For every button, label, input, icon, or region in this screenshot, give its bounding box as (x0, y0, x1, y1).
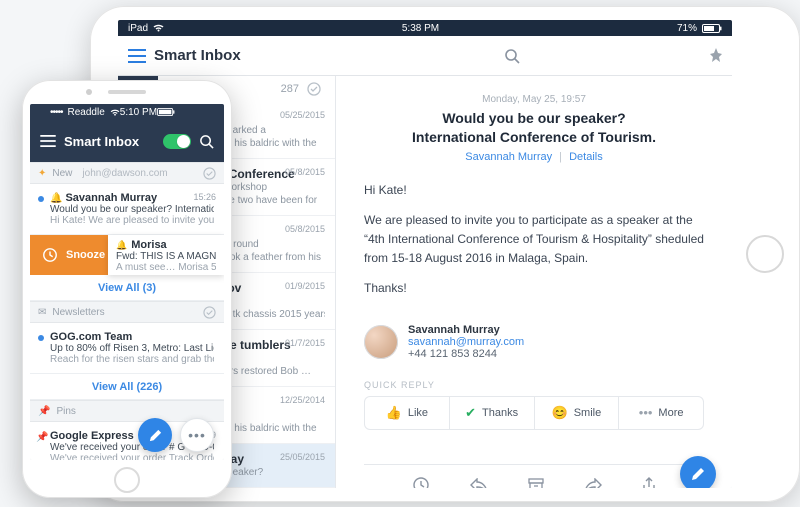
compose-button[interactable] (138, 418, 172, 452)
snooze-icon[interactable] (412, 476, 430, 489)
signature: Savannah Murray savannah@murray.com +44 … (364, 324, 704, 360)
pin-icon: 📌 (36, 432, 48, 443)
clock-label: 5:38 PM (402, 23, 439, 34)
share-icon[interactable] (642, 477, 656, 489)
list-item-date: 05/25/2015 (280, 110, 325, 120)
qr-like-button[interactable]: 👍Like (365, 397, 450, 429)
row-preview: Hi Kate! We are pleased to invite you to… (50, 215, 214, 226)
battery-icon (702, 24, 722, 33)
sig-phone: +44 121 853 8244 (408, 348, 524, 360)
iphone-home-button[interactable] (114, 467, 140, 493)
section-label: New (52, 168, 72, 179)
list-item[interactable]: 🔔Savannah MurrayWould you be our speaker… (30, 184, 224, 235)
quick-reply-row: 👍Like ✔Thanks 😊Smile •••More (364, 396, 704, 430)
ipad-home-button[interactable] (746, 235, 784, 273)
ipad-app-header: Smart Inbox (118, 36, 732, 76)
checkmark-icon[interactable] (203, 167, 216, 180)
menu-icon[interactable] (128, 49, 146, 63)
row-subject: Would you be our speaker? International… (50, 204, 214, 215)
iphone-frame: ••••• Readdle 5:10 PM Smart Inbox (22, 80, 232, 498)
clock-label: 5:10 PM (120, 107, 157, 118)
clock-icon (42, 247, 58, 263)
list-item-date: 01/7/2015 (285, 338, 325, 348)
battery-icon (157, 108, 175, 116)
detail-body: Hi Kate! We are pleased to invite you to… (364, 181, 704, 310)
qr-more-button[interactable]: •••More (619, 397, 703, 429)
battery-label: 71% (677, 23, 697, 34)
detail-toolbar (364, 464, 704, 488)
list-item-date: 01/9/2015 (285, 281, 325, 291)
list-count: 287 (281, 83, 299, 95)
detail-details-link[interactable]: Details (569, 151, 603, 163)
row-time: 15:26 (193, 192, 216, 202)
search-icon[interactable] (504, 48, 520, 64)
detail-date: Monday, May 25, 19:57 (364, 94, 704, 105)
forward-icon[interactable] (584, 478, 602, 489)
section-label: Newsletters (52, 307, 104, 318)
ipad-status-bar: iPad 5:38 PM 71% (118, 20, 732, 36)
ipad-message-detail: Monday, May 25, 19:57 Would you be our s… (336, 76, 732, 488)
swiped-message-card[interactable]: 🔔 Morisa Fwd: THIS IS A MAGNIFICENT VI A… (108, 235, 224, 275)
unread-dot (38, 335, 44, 341)
section-label: Pins (56, 406, 75, 417)
wifi-icon (110, 109, 120, 116)
iphone-status-bar: ••••• Readdle 5:10 PM (30, 104, 224, 120)
view-all-news-link[interactable]: View All (226) (30, 374, 224, 400)
bell-icon: 🔔 (50, 193, 62, 204)
list-item-date: 25/05/2015 (280, 452, 325, 462)
menu-icon[interactable] (40, 135, 56, 147)
quick-reply-label: QUICK REPLY (364, 380, 704, 390)
unread-dot (38, 196, 44, 202)
detail-meta: Savannah Murray | Details (364, 151, 704, 163)
sig-name: Savannah Murray (408, 324, 524, 336)
pin-icon[interactable] (710, 48, 722, 64)
search-icon[interactable] (199, 134, 214, 149)
row-sender: GOG.com Team (50, 331, 214, 343)
card-sender: Morisa (131, 239, 166, 251)
section-header-newsletters: ✉ Newsletters (30, 301, 224, 323)
iphone-screen: ••••• Readdle 5:10 PM Smart Inbox (30, 104, 224, 460)
list-item-date: 05/8/2015 (285, 224, 325, 234)
checkmark-icon[interactable] (307, 82, 321, 96)
carrier-label: Readdle (68, 107, 105, 118)
checkmark-icon[interactable] (203, 306, 216, 319)
more-button[interactable]: ••• (180, 418, 214, 452)
carrier-label: iPad (128, 23, 148, 34)
reply-icon[interactable] (470, 478, 488, 489)
row-sender: 🔔Savannah Murray (50, 192, 214, 204)
row-preview: Reach for the risen stars and grab them … (50, 354, 214, 365)
iphone-nav-bar: Smart Inbox (30, 120, 224, 162)
qr-smile-button[interactable]: 😊Smile (535, 397, 620, 429)
row-preview: We've received your order Track Order (50, 453, 214, 460)
inbox-title: Smart Inbox (154, 47, 241, 64)
focused-toggle[interactable] (163, 134, 191, 149)
wifi-icon (153, 24, 164, 32)
snooze-swipe-action[interactable]: Snooze 🔔 Morisa Fwd: THIS IS A MAGNIFICE… (30, 235, 224, 275)
detail-subject: Would you be our speaker? International … (364, 109, 704, 147)
qr-thanks-button[interactable]: ✔Thanks (450, 397, 535, 429)
inbox-title: Smart Inbox (64, 134, 139, 149)
row-subject: Up to 80% off Risen 3, Metro: Last Light… (50, 343, 214, 354)
card-preview: A must see… Morisa 555-1212 W (116, 262, 216, 273)
avatar (364, 325, 398, 359)
view-all-new-link[interactable]: View All (3) (30, 275, 224, 301)
list-item-date: 12/25/2014 (280, 395, 325, 405)
compose-button[interactable] (680, 456, 716, 488)
section-header-new: ✦ New john@dawson.com (30, 162, 224, 184)
detail-from[interactable]: Savannah Murray (465, 151, 552, 163)
sig-email[interactable]: savannah@murray.com (408, 336, 524, 348)
archive-icon[interactable] (528, 478, 544, 489)
list-item[interactable]: GOG.com TeamUp to 80% off Risen 3, Metro… (30, 323, 224, 374)
section-sub: john@dawson.com (82, 168, 167, 179)
list-item-date: 05/8/2015 (285, 167, 325, 177)
snooze-label: Snooze (66, 249, 105, 261)
card-subject: Fwd: THIS IS A MAGNIFICENT VI (116, 251, 216, 262)
